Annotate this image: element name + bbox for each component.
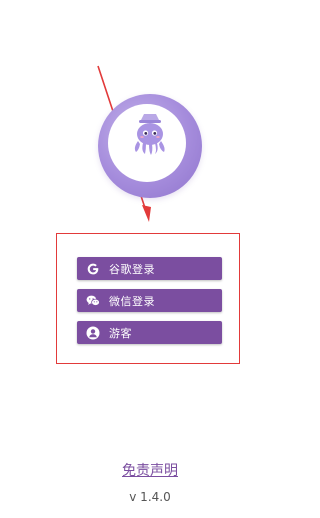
disclaimer-link[interactable]: 免责声明 xyxy=(0,460,300,480)
app-version: v 1.4.0 xyxy=(129,490,171,504)
google-icon xyxy=(86,262,100,276)
octopus-mascot-icon xyxy=(134,114,165,155)
wechat-icon xyxy=(86,294,100,308)
google-login-label: 谷歌登录 xyxy=(109,262,155,276)
guest-login-label: 游客 xyxy=(109,326,132,340)
google-login-button[interactable]: 谷歌登录 xyxy=(77,257,222,280)
wechat-login-button[interactable]: 微信登录 xyxy=(77,289,222,312)
app-logo xyxy=(98,94,202,198)
guest-login-button[interactable]: 游客 xyxy=(77,321,222,344)
wechat-login-label: 微信登录 xyxy=(109,294,155,308)
user-icon xyxy=(86,326,100,340)
